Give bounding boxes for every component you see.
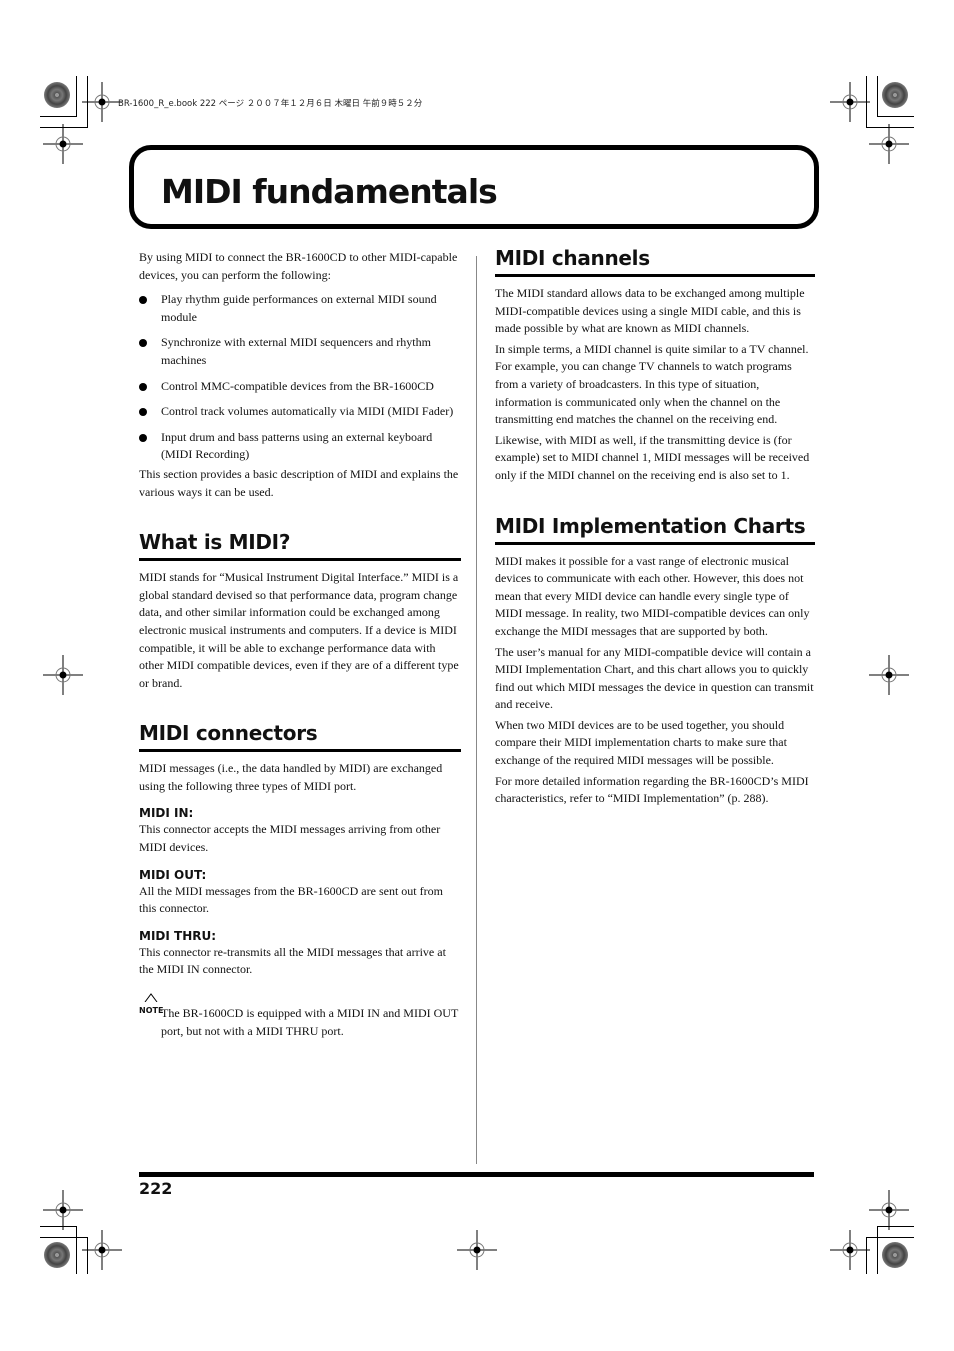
charts-paragraph: MIDI makes it possible for a vast range … xyxy=(495,553,810,638)
outro-text: This section provides a basic descriptio… xyxy=(139,466,459,499)
registration-mark-icon xyxy=(457,1230,497,1270)
page-number: 222 xyxy=(139,1179,173,1198)
footer-rule xyxy=(139,1172,814,1177)
left-column: By using MIDI to connect the BR-1600CD t… xyxy=(139,249,461,1043)
bullet-icon xyxy=(139,382,147,391)
bullet-icon xyxy=(139,408,147,417)
registration-mark-icon xyxy=(82,82,122,122)
channels-paragraph: The MIDI standard allows data to be exch… xyxy=(495,286,805,336)
section-heading-midi-connectors: MIDI connectors xyxy=(139,721,461,753)
crop-line xyxy=(40,116,77,117)
list-item: Control track volumes automatically via … xyxy=(139,403,461,421)
registration-mark-icon xyxy=(43,1190,83,1230)
list-item: Input drum and bass patterns using an ex… xyxy=(139,429,461,464)
registration-mark-icon xyxy=(43,655,83,695)
charts-paragraph: For more detailed information regarding … xyxy=(495,773,809,806)
charts-paragraph: The user’s manual for any MIDI-compatibl… xyxy=(495,644,814,712)
color-disc-mark-top-right xyxy=(882,82,908,108)
section-heading-implementation-charts: MIDI Implementation Charts xyxy=(495,514,815,545)
section-heading-midi-channels: MIDI channels xyxy=(495,246,815,277)
list-item: Control MMC-compatible devices from the … xyxy=(139,378,461,396)
port-desc-midi-out: All the MIDI messages from the BR-1600CD… xyxy=(139,883,443,916)
column-divider xyxy=(476,256,477,1164)
registration-mark-icon xyxy=(82,1230,122,1270)
note-icon: NOTE xyxy=(139,993,163,1020)
list-item: Synchronize with external MIDI sequencer… xyxy=(139,334,461,369)
note-text: The BR-1600CD is equipped with a MIDI IN… xyxy=(161,1006,459,1038)
registration-mark-icon xyxy=(869,124,909,164)
color-disc-mark-top-left xyxy=(44,82,70,108)
port-desc-midi-thru: This connector re-transmits all the MIDI… xyxy=(139,944,446,977)
bullet-icon xyxy=(139,433,147,442)
crop-line xyxy=(76,76,77,116)
crop-line xyxy=(877,76,878,116)
crop-line xyxy=(40,1237,88,1238)
channels-paragraph: In simple terms, a MIDI channel is quite… xyxy=(495,341,809,427)
note-block: NOTE The BR-1600CD is equipped with a MI… xyxy=(139,993,461,1040)
charts-paragraph: When two MIDI devices are to be used tog… xyxy=(495,717,787,768)
connectors-intro: MIDI messages (i.e., the data handled by… xyxy=(139,761,443,793)
registration-mark-icon xyxy=(43,124,83,164)
registration-mark-icon xyxy=(869,655,909,695)
bullet-icon xyxy=(139,296,147,305)
what-is-midi-body: MIDI stands for “Musical Instrument Digi… xyxy=(139,570,459,690)
crop-line xyxy=(76,1226,77,1274)
capabilities-list: Play rhythm guide performances on extern… xyxy=(139,291,461,464)
section-heading-what-is-midi: What is MIDI? xyxy=(139,530,461,562)
port-heading-midi-thru: MIDI THRU: xyxy=(139,928,217,943)
channels-paragraph: Likewise, with MIDI as well, if the tran… xyxy=(495,432,810,482)
list-item: Play rhythm guide performances on extern… xyxy=(139,291,461,326)
registration-mark-icon xyxy=(830,82,870,122)
port-heading-midi-in: MIDI IN: xyxy=(139,806,194,821)
registration-mark-icon xyxy=(830,1230,870,1270)
intro-text: By using MIDI to connect the BR-1600CD t… xyxy=(139,250,458,282)
port-heading-midi-out: MIDI OUT: xyxy=(139,867,207,882)
port-desc-midi-in: This connector accepts the MIDI messages… xyxy=(139,822,441,855)
right-column: MIDI channels The MIDI standard allows d… xyxy=(495,246,815,811)
print-meta-header: BR-1600_R_e.book 222 ページ ２００７年１２月６日 木曜日 … xyxy=(118,99,423,109)
color-disc-mark-bottom-right xyxy=(882,1242,908,1268)
crop-line xyxy=(877,116,914,117)
crop-line xyxy=(866,1237,914,1238)
bullet-icon xyxy=(139,339,147,348)
chapter-title: MIDI fundamentals xyxy=(161,172,498,211)
chapter-title-box: MIDI fundamentals xyxy=(129,145,819,229)
registration-mark-icon xyxy=(869,1190,909,1230)
color-disc-mark-bottom-left xyxy=(44,1242,70,1268)
crop-line xyxy=(877,1226,878,1274)
